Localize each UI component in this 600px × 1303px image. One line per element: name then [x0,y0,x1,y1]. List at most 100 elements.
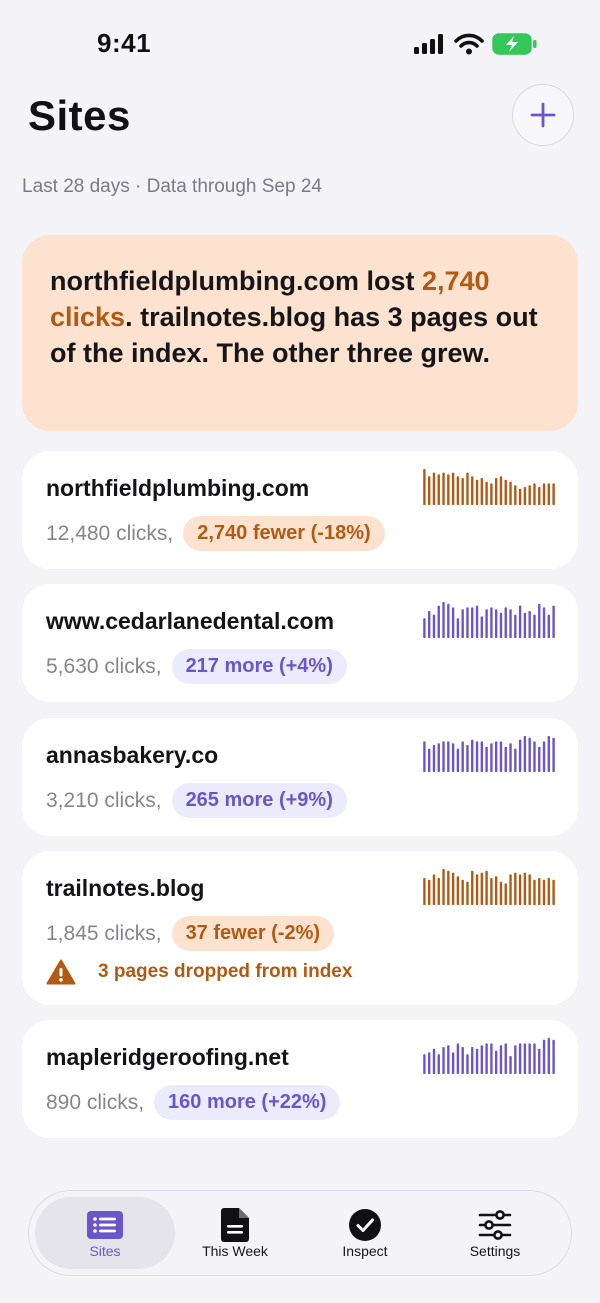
spark-bar [509,743,512,772]
spark-bar [528,737,531,772]
change-badge: 37 fewer (-2%) [171,916,335,951]
spark-bar [494,609,498,638]
spark-bar [461,478,464,505]
spark-bar [461,741,464,772]
spark-bar [480,741,484,772]
spark-bar [499,881,503,905]
site-card-mapleridgeroofing[interactable]: mapleridgeroofing.net 890 clicks, 160 mo… [22,1020,578,1138]
spark-bar [442,602,445,638]
spark-bar [471,870,474,905]
spark-bar [442,1047,445,1074]
spark-bar [442,869,445,905]
spark-bar [533,741,536,772]
tab-settings[interactable]: Settings [425,1197,565,1269]
spark-bar [461,879,464,905]
spark-bar [456,618,460,638]
spark-bar [427,748,431,772]
spark-bar [538,487,541,505]
sliders-icon [478,1210,512,1240]
spark-bar [451,872,455,905]
spark-bar [447,603,450,638]
clicks-count: 5,630 clicks, [46,654,162,678]
add-site-button[interactable] [512,84,574,146]
spark-bar [475,605,479,638]
spark-bar [447,1045,450,1074]
sparkline [423,1038,555,1074]
spark-bar [456,876,460,905]
spark-bar [494,1050,498,1074]
site-name: northfieldplumbing.com [46,475,310,501]
warning-text: 3 pages dropped from index [98,961,353,982]
site-card-trailnotes[interactable]: trailnotes.blog 1,845 clicks, 37 fewer (… [22,851,578,1005]
spark-bar [461,609,464,638]
tab-inspect[interactable]: Inspect [295,1197,435,1269]
tab-this-week[interactable]: This Week [165,1197,305,1269]
spark-bar [494,478,498,505]
battery-charging-icon [492,33,537,55]
spark-bar [504,883,507,905]
spark-bar [451,472,455,505]
spark-bar [432,745,436,772]
spark-bar [538,603,541,638]
spark-bar [475,874,479,905]
spark-bar [523,736,527,772]
wifi-icon [454,33,484,55]
spark-bar [518,739,522,772]
spark-bar [466,1054,469,1074]
spark-bar [518,488,522,505]
spark-bar [437,743,440,772]
spark-bar [423,618,426,638]
spark-bar [509,481,512,505]
spark-bar [456,748,460,772]
header: Sites [28,84,574,150]
spark-bar [423,741,426,772]
site-card-cedarlanedental[interactable]: www.cedarlanedental.com 5,630 clicks, 21… [22,584,578,702]
spark-bar [547,483,551,505]
index-warning: 3 pages dropped from index [46,959,352,985]
spark-bar [480,872,484,905]
spark-bar [523,487,527,505]
spark-bar [518,1043,522,1074]
spark-bar [542,1039,546,1074]
spark-bar [504,1043,507,1074]
spark-bar [485,609,488,638]
spark-bar [538,878,541,905]
spark-bar [538,746,541,772]
spark-bar [514,1045,517,1074]
spark-bar [547,878,551,905]
spark-bar [451,1052,455,1074]
spark-bar [427,1052,431,1074]
spark-bar [437,878,440,905]
change-badge: 217 more (+4%) [171,649,347,684]
spark-bar [552,1039,555,1074]
spark-bar [437,1054,440,1074]
warning-triangle-icon [46,959,76,985]
spark-bar [518,605,522,638]
spark-bar [542,879,546,905]
spark-bar [461,1047,464,1074]
change-badge: 160 more (+22%) [154,1085,341,1120]
site-card-annasbakery[interactable]: annasbakery.co 3,210 clicks, 265 more (+… [22,718,578,836]
spark-bar [447,741,450,772]
status-time: 9:41 [97,28,152,58]
spark-bar [427,611,431,638]
spark-bar [475,741,479,772]
site-card-northfieldplumbing[interactable]: northfieldplumbing.com 12,480 clicks, 2,… [22,451,578,569]
spark-bar [485,870,488,905]
spark-bar [466,607,469,638]
spark-bar [423,469,426,505]
spark-bar [466,881,469,905]
spark-bar [528,611,531,638]
spark-bar [485,481,488,505]
cellular-signal-icon [414,34,443,54]
date-range-subtitle: Last 28 days · Data through Sep 24 [22,176,322,197]
site-name: www.cedarlanedental.com [46,608,335,634]
spark-bar [504,607,507,638]
spark-bar [552,483,555,505]
spark-bar [451,607,455,638]
tab-sites[interactable]: Sites [35,1197,175,1269]
spark-bar [514,485,517,505]
site-name: mapleridgeroofing.net [46,1044,289,1070]
change-badge: 2,740 fewer (-18%) [183,516,385,551]
spark-bar [437,474,440,505]
